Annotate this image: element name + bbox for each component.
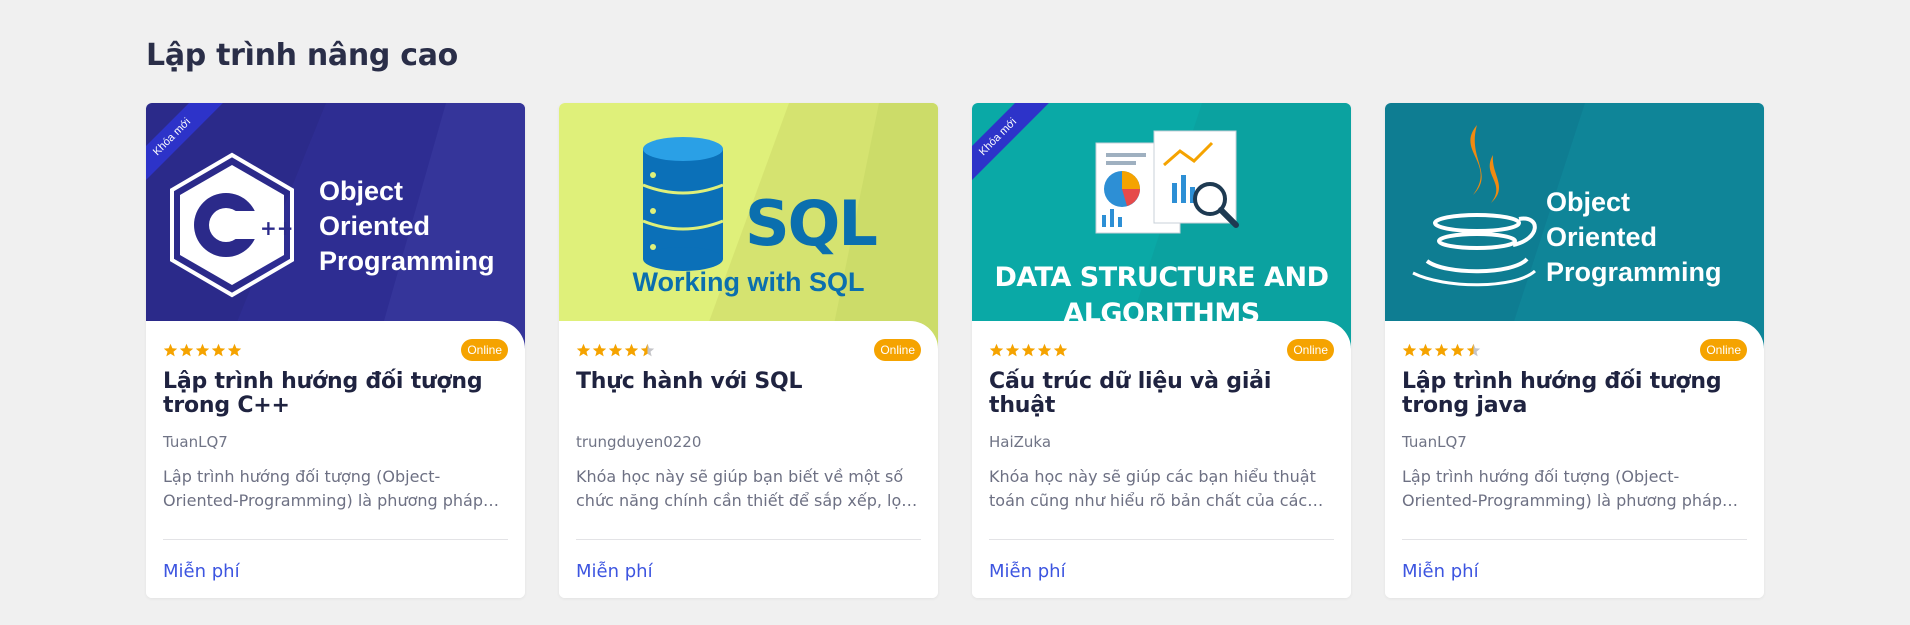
course-title[interactable]: Thực hành với SQL (576, 370, 921, 394)
course-price: Miễn phí (163, 561, 240, 582)
star-rating (576, 343, 655, 358)
star-icon (624, 343, 639, 357)
star-rating (989, 343, 1068, 358)
star-icon (576, 343, 591, 357)
star-icon (592, 343, 607, 357)
course-price: Miễn phí (576, 561, 653, 582)
new-course-ribbon: Khóa mới (972, 103, 1056, 187)
online-badge: Online (1287, 339, 1334, 361)
star-icon (640, 343, 655, 357)
star-icon (1037, 343, 1052, 357)
course-author[interactable]: HaiZuka (989, 433, 1051, 451)
online-badge: Online (461, 339, 508, 361)
course-title[interactable]: Lập trình hướng đối tượng trong java (1402, 370, 1747, 418)
star-icon (179, 343, 194, 357)
divider (163, 539, 508, 540)
star-icon (1021, 343, 1036, 357)
course-description: Khóa học này sẽ giúp các bạn hiểu thuật … (989, 467, 1316, 510)
star-icon (1434, 343, 1449, 357)
star-icon (1402, 343, 1417, 357)
online-badge: Online (1700, 339, 1747, 361)
star-icon (163, 343, 178, 357)
star-icon (1005, 343, 1020, 357)
course-body: Online Cấu trúc dữ liệu và giải thuật Ha… (972, 321, 1351, 598)
thumbnail-text: Object Oriented Programming (1546, 187, 1722, 287)
course-description: Lập trình hướng đối tượng (Object-Orient… (1402, 467, 1723, 510)
divider (576, 539, 921, 540)
course-thumbnail[interactable]: SQL Working with SQL (559, 103, 938, 349)
course-body: Online Lập trình hướng đối tượng trong C… (146, 321, 525, 598)
thumbnail-text: Object Oriented Programming (319, 176, 495, 276)
course-card[interactable]: DATA STRUCTURE AND ALGORITHMS Khóa mới O… (972, 103, 1351, 598)
section-title: Lập trình nâng cao (146, 38, 458, 73)
course-card[interactable]: Object Oriented Programming Online Lập t… (1385, 103, 1764, 598)
course-thumbnail[interactable]: Object Oriented Programming (1385, 103, 1764, 349)
course-title[interactable]: Lập trình hướng đối tượng trong C++ (163, 370, 508, 418)
star-icon (989, 343, 1004, 357)
course-body: Online Thực hành với SQL trungduyen0220 … (559, 321, 938, 598)
star-icon (211, 343, 226, 357)
star-rating (1402, 343, 1481, 358)
course-title[interactable]: Cấu trúc dữ liệu và giải thuật (989, 370, 1334, 418)
course-description: Khóa học này sẽ giúp bạn biết về một số … (576, 467, 911, 510)
database-icon (642, 137, 724, 271)
divider (989, 539, 1334, 540)
thumbnail-subtext: Working with SQL (632, 267, 865, 297)
course-body: Online Lập trình hướng đối tượng trong j… (1385, 321, 1764, 598)
course-author[interactable]: trungduyen0220 (576, 433, 701, 451)
star-icon (227, 343, 242, 357)
svg-text:++: ++ (260, 216, 294, 240)
course-card[interactable]: ++ Object Oriented Programming Khóa mới … (146, 103, 525, 598)
star-icon (608, 343, 623, 357)
rating-row: Online (576, 339, 921, 363)
star-rating (163, 343, 242, 358)
star-icon (1466, 343, 1481, 357)
course-price: Miễn phí (1402, 561, 1479, 582)
online-badge: Online (874, 339, 921, 361)
star-icon (195, 343, 210, 357)
rating-row: Online (989, 339, 1334, 363)
course-price: Miễn phí (989, 561, 1066, 582)
course-grid: ++ Object Oriented Programming Khóa mới … (146, 103, 1764, 598)
divider (1402, 539, 1747, 540)
new-course-ribbon: Khóa mới (146, 103, 230, 187)
star-icon (1450, 343, 1465, 357)
thumbnail-text: SQL (745, 187, 878, 260)
course-card[interactable]: SQL Working with SQL Online Thực hành vớ… (559, 103, 938, 598)
course-author[interactable]: TuanLQ7 (1402, 433, 1467, 451)
star-icon (1418, 343, 1433, 357)
star-icon (1053, 343, 1068, 357)
rating-row: Online (1402, 339, 1747, 363)
course-author[interactable]: TuanLQ7 (163, 433, 228, 451)
course-description: Lập trình hướng đối tượng (Object-Orient… (163, 467, 484, 510)
data-analysis-icon (1095, 130, 1239, 234)
rating-row: Online (163, 339, 508, 363)
